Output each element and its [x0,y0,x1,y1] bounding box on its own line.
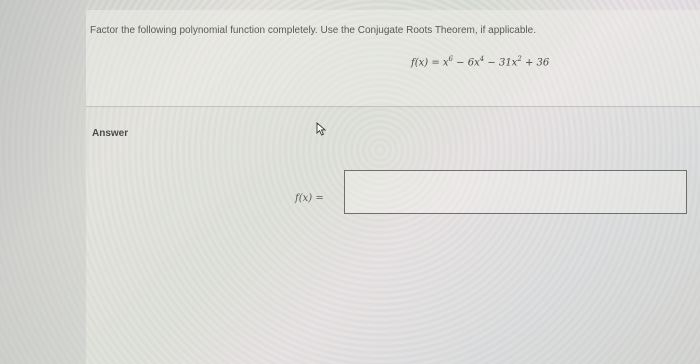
function-part: − 6x [453,57,480,69]
function-part: f(x) = x [411,57,449,69]
page-margin [0,0,86,364]
function-part: + 36 [521,57,550,69]
screen-background: Factor the following polynomial function… [0,0,700,364]
mouse-pointer-icon [316,122,327,136]
answer-prefix: f(x) = [295,193,324,204]
answer-label: Answer [92,128,129,139]
answer-section: Answer f(x) = [86,108,700,364]
question-panel: Factor the following polynomial function… [86,10,700,107]
question-instruction: Factor the following polynomial function… [90,25,536,36]
polynomial-function: f(x) = x6 − 6x4 − 31x2 + 36 [411,55,549,68]
function-part: − 31x [484,57,518,69]
answer-input[interactable] [344,170,687,214]
